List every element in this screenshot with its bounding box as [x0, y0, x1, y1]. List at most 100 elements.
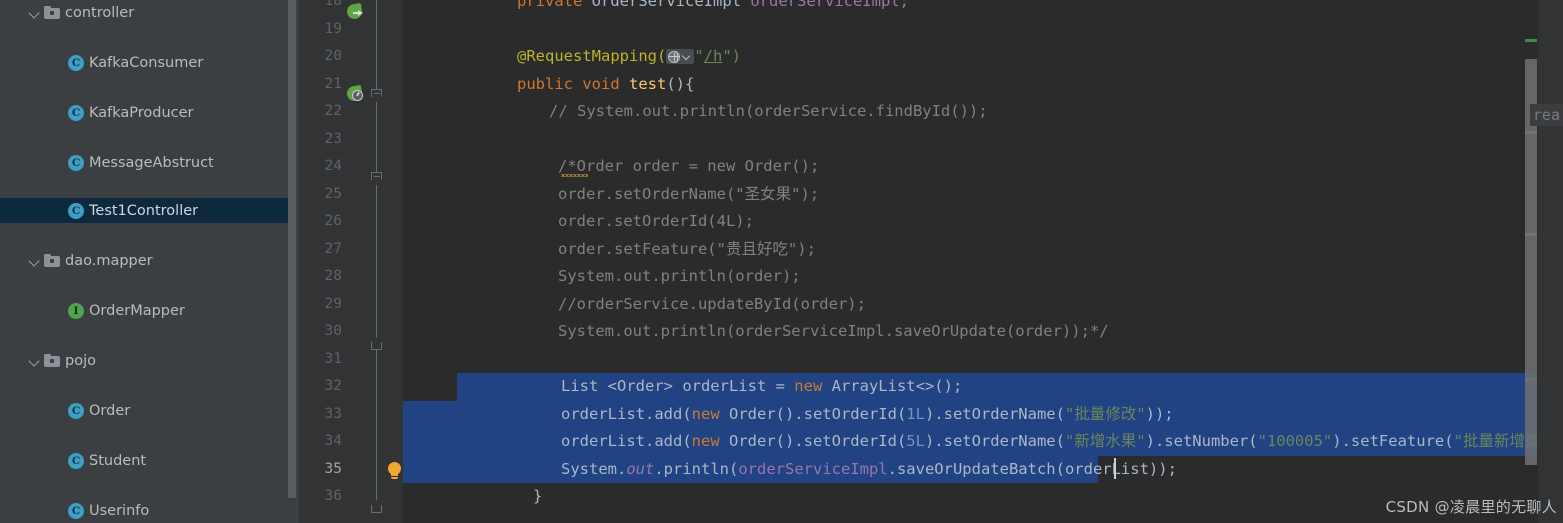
- tree-item-label: pojo: [65, 352, 96, 369]
- tree-item-kafkaproducer[interactable]: C KafkaProducer: [0, 100, 300, 125]
- method-name: test: [629, 74, 667, 93]
- stmt-b: Order().setOrderId(: [719, 432, 907, 450]
- tree-item-controller[interactable]: controller: [0, 0, 300, 25]
- tree-item-userinfo[interactable]: C Userinfo: [0, 498, 300, 523]
- code-content[interactable]: private OrderServiceImpl orderServiceImp…: [403, 0, 1563, 523]
- kw-public: public: [517, 74, 573, 93]
- line-number: 32: [324, 378, 342, 394]
- quote-open: ": [694, 47, 704, 65]
- line-number: 24: [324, 158, 342, 174]
- line-number: 19: [324, 20, 342, 37]
- tree-item-pojo[interactable]: pojo: [0, 348, 300, 373]
- fold-marker-collapse[interactable]: [370, 172, 383, 185]
- interface-badge-icon: I: [68, 302, 84, 319]
- kw-private: private: [517, 0, 583, 10]
- field-orderserviceimpl: orderServiceImpl: [738, 459, 888, 478]
- truncated-hint-label: rea: [1529, 104, 1563, 126]
- code-line-33: orderList.add(new Order().setOrderId(1L)…: [561, 401, 1174, 429]
- class-badge-icon: C: [68, 154, 84, 171]
- line-number: 28: [324, 268, 342, 284]
- class-badge-icon: C: [68, 402, 84, 419]
- line-number: 36: [324, 488, 342, 504]
- string-literal: "新增水果": [1064, 432, 1146, 450]
- string-literal: "批量修改": [1064, 404, 1146, 423]
- tree-item-test1controller[interactable]: C Test1Controller: [0, 198, 290, 223]
- tree-item-label: Test1Controller: [89, 202, 199, 219]
- tree-item-label: KafkaConsumer: [89, 54, 204, 71]
- line-number: 30: [324, 323, 342, 339]
- code-line-24: /*Order order = new Order();: [558, 157, 820, 175]
- tree-item-dao-mapper[interactable]: dao.mapper: [0, 248, 300, 273]
- fold-marker-collapse[interactable]: [370, 89, 383, 102]
- tree-item-order[interactable]: C Order: [0, 398, 300, 423]
- chevron-down-icon[interactable]: [28, 254, 41, 267]
- tree-item-student[interactable]: C Student: [0, 448, 300, 473]
- annotation-requestmapping: @RequestMapping(: [517, 47, 667, 65]
- fold-marker-end[interactable]: [370, 499, 383, 513]
- folder-icon: [44, 253, 60, 268]
- intention-bulb-icon[interactable]: [386, 462, 402, 480]
- idea-window: controller C KafkaConsumer C KafkaProduc…: [0, 0, 1563, 523]
- code-editor[interactable]: 18 19 20 21 22 23 24 25 26 27 28 29 30 3…: [300, 0, 1563, 523]
- stmt-c: ).setOrderName(: [924, 432, 1065, 450]
- url-string: "/h"): [694, 47, 741, 65]
- class-badge-icon: C: [68, 452, 84, 469]
- line-number: 34: [324, 433, 342, 449]
- tree-item-kafkaconsumer[interactable]: C KafkaConsumer: [0, 50, 300, 75]
- class-badge-icon: C: [68, 104, 84, 121]
- static-field-out: out: [626, 459, 655, 478]
- code-line-26: order.setOrderId(4L);: [558, 212, 754, 230]
- line-number: 31: [324, 350, 342, 367]
- method-tail: (){: [666, 74, 695, 93]
- tree-item-label: dao.mapper: [65, 252, 153, 269]
- line-number: 22: [324, 103, 342, 119]
- decl-head: List <Order> orderList =: [561, 377, 795, 395]
- tree-item-label: MessageAbstruct: [89, 154, 214, 171]
- kw-new: new: [691, 432, 720, 450]
- code-folding-column[interactable]: [369, 0, 385, 523]
- editor-gutter[interactable]: 18 19 20 21 22 23 24 25 26 27 28 29 30 3…: [300, 0, 403, 523]
- sidebar-scrollbar[interactable]: [288, 0, 296, 523]
- fold-marker-end[interactable]: [370, 336, 383, 350]
- stmt-e: ).setFeature(: [1332, 432, 1454, 450]
- sidebar-scrollbar-thumb[interactable]: [288, 0, 296, 498]
- code-line-21: public void test(){: [517, 71, 694, 99]
- folder-icon: [44, 353, 60, 368]
- stmt-c: ).setOrderName(: [924, 404, 1065, 423]
- kw-new: new: [691, 404, 720, 423]
- stmt-tail: .saveOrUpdateBatch(orderList));: [887, 459, 1177, 478]
- annotation-tail: "): [722, 47, 741, 65]
- stmt-d: ));: [1145, 404, 1174, 423]
- code-line-28: System.out.println(order);: [558, 267, 801, 285]
- url-path[interactable]: /h: [704, 47, 723, 65]
- tree-item-ordermapper[interactable]: I OrderMapper: [0, 298, 300, 323]
- tree-item-messageabstruct[interactable]: C MessageAbstruct: [0, 150, 300, 175]
- spring-bean-mapping-icon[interactable]: [346, 85, 364, 103]
- code-line-36: }: [533, 487, 543, 505]
- tree-item-label: OrderMapper: [89, 302, 185, 319]
- class-badge-icon: C: [68, 202, 84, 219]
- chevron-down-icon[interactable]: [28, 6, 41, 19]
- decl-tail: ArrayList<>();: [822, 377, 963, 395]
- project-tree-panel: controller C KafkaConsumer C KafkaProduc…: [0, 0, 300, 523]
- line-number: 26: [324, 213, 342, 229]
- tree-item-label: Student: [89, 452, 147, 469]
- kw-new: new: [794, 377, 823, 395]
- chevron-down-icon[interactable]: [28, 354, 41, 367]
- right-gutter-divider: [1537, 0, 1538, 523]
- line-number-current: 35: [324, 460, 342, 477]
- line-number: 27: [324, 240, 342, 257]
- stmt-a: orderList.add(: [561, 432, 692, 450]
- web-endpoint-globe-icon[interactable]: [666, 49, 695, 64]
- csdn-watermark: CSDN @凌晨里的无聊人: [1385, 498, 1557, 516]
- tree-item-label: KafkaProducer: [89, 104, 194, 121]
- spring-bean-arrow-icon[interactable]: [346, 3, 364, 21]
- text-caret: [1114, 458, 1116, 479]
- stmt-d: ).setNumber(: [1145, 432, 1258, 450]
- line-number: 33: [324, 405, 342, 422]
- class-badge-icon: C: [68, 502, 84, 519]
- code-line-30: System.out.println(orderServiceImpl.save…: [558, 322, 1109, 340]
- code-line-22: // System.out.println(orderService.findB…: [549, 102, 988, 120]
- tree-item-label: controller: [65, 4, 135, 21]
- code-line-29: //orderService.updateById(order);: [558, 294, 866, 313]
